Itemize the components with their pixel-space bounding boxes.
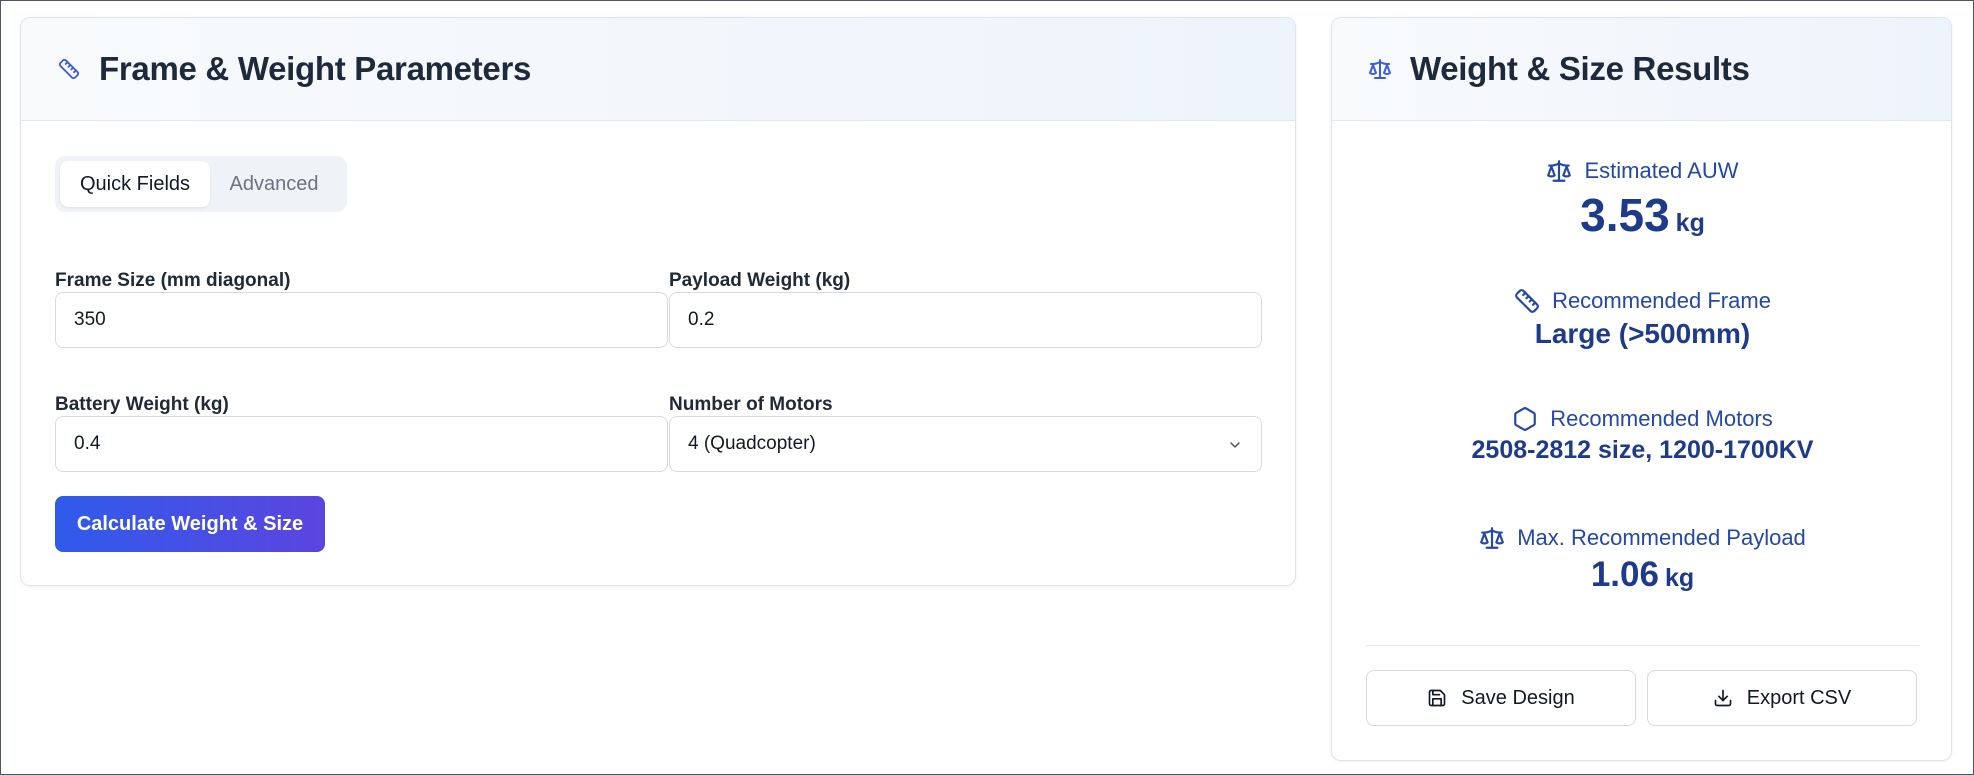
- battery-weight-input[interactable]: 0.4: [55, 416, 668, 472]
- battery-weight-label: Battery Weight (kg): [55, 394, 229, 415]
- payload-weight-value: 0.2: [688, 309, 715, 330]
- tab-quick-fields[interactable]: Quick Fields: [60, 161, 210, 207]
- ruler-icon: [57, 57, 81, 81]
- motors-count-value: 4 (Quadcopter): [688, 433, 816, 454]
- max-payload-label: Max. Recommended Payload: [1517, 525, 1806, 550]
- download-icon: [1713, 688, 1733, 708]
- frame-size-label: Frame Size (mm diagonal): [55, 270, 291, 291]
- chevron-down-icon: [1227, 437, 1243, 459]
- results-card-header: Weight & Size Results: [1332, 18, 1951, 121]
- recommended-frame-label: Recommended Frame: [1552, 288, 1771, 313]
- save-design-button[interactable]: Save Design: [1366, 670, 1636, 726]
- scale-icon: [1546, 158, 1572, 184]
- save-design-label: Save Design: [1461, 686, 1575, 709]
- parameters-card-header: Frame & Weight Parameters: [21, 18, 1295, 121]
- export-csv-label: Export CSV: [1746, 686, 1852, 709]
- max-payload-value: 1.06: [1590, 555, 1659, 594]
- tab-advanced[interactable]: Advanced: [210, 161, 338, 207]
- payload-weight-input[interactable]: 0.2: [669, 292, 1262, 348]
- recommended-motors-label: Recommended Motors: [1550, 406, 1773, 431]
- estimated-auw-value: 3.53: [1580, 189, 1670, 241]
- motors-count-select[interactable]: 4 (Quadcopter): [669, 416, 1262, 472]
- frame-size-input[interactable]: 350: [55, 292, 668, 348]
- recommended-motors-block: Recommended Motors 2508-2812 size, 1200-…: [1332, 406, 1951, 465]
- estimated-auw-label: Estimated AUW: [1584, 158, 1739, 183]
- motors-count-label: Number of Motors: [669, 394, 833, 415]
- results-card-title: Weight & Size Results: [1410, 50, 1750, 87]
- results-card: Weight & Size Results Estimated AUW 3.53…: [1331, 17, 1952, 761]
- results-divider: [1366, 645, 1919, 646]
- ruler-icon: [1514, 288, 1540, 314]
- battery-weight-value: 0.4: [74, 433, 101, 454]
- recommended-frame-block: Recommended Frame Large (>500mm): [1332, 288, 1951, 350]
- estimated-auw-block: Estimated AUW 3.53 kg: [1332, 158, 1951, 242]
- estimated-auw-unit: kg: [1675, 209, 1705, 237]
- payload-weight-label: Payload Weight (kg): [669, 270, 851, 291]
- recommended-motors-value: 2508-2812 size, 1200-1700KV: [1471, 436, 1814, 464]
- max-payload-block: Max. Recommended Payload 1.06 kg: [1332, 525, 1951, 595]
- max-payload-unit: kg: [1664, 564, 1695, 592]
- save-icon: [1427, 688, 1447, 708]
- scale-icon: [1368, 57, 1392, 81]
- parameters-card-title: Frame & Weight Parameters: [99, 50, 532, 87]
- scale-icon: [1479, 525, 1505, 551]
- parameters-card: Frame & Weight Parameters Quick Fields A…: [20, 17, 1296, 586]
- export-csv-button[interactable]: Export CSV: [1647, 670, 1917, 726]
- calculate-button[interactable]: Calculate Weight & Size: [55, 496, 325, 552]
- parameter-mode-tabs: Quick Fields Advanced: [55, 156, 347, 212]
- frame-size-value: 350: [74, 309, 106, 330]
- hexagon-icon: [1512, 406, 1538, 432]
- recommended-frame-value: Large (>500mm): [1534, 318, 1751, 349]
